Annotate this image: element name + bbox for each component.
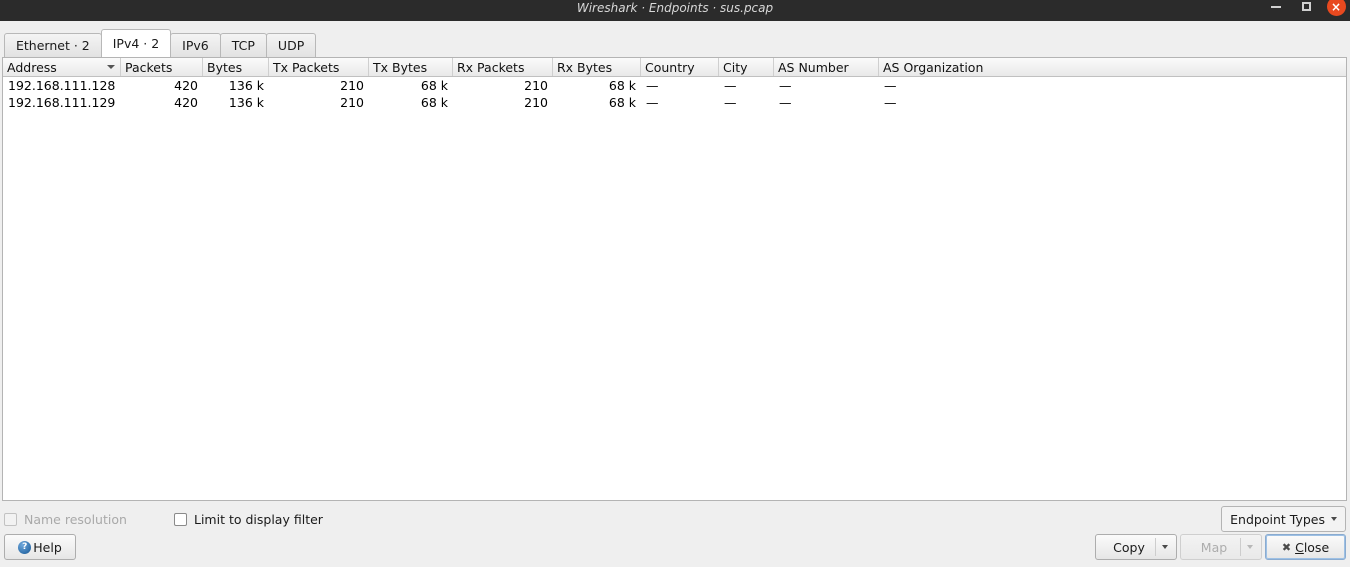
help-label: Help bbox=[33, 539, 62, 555]
tab-label: UDP bbox=[277, 38, 305, 53]
close-label: Close bbox=[1295, 540, 1329, 555]
cell-tx-bytes: 68 k bbox=[420, 95, 448, 110]
cell-city: — bbox=[724, 95, 737, 110]
cell-rx-packets: 210 bbox=[524, 78, 548, 93]
close-label-rest: lose bbox=[1303, 539, 1330, 555]
endpoints-table[interactable]: Address Packets Bytes Tx Packets Tx Bytes Rx … bbox=[2, 57, 1347, 501]
cell-tx-packets: 210 bbox=[340, 78, 364, 93]
endpoint-tab-bar: Ethernet · 2 IPv4 · 2 IPv6 TCP UDP bbox=[0, 21, 1350, 57]
name-resolution-checkbox: Name resolution bbox=[4, 512, 127, 527]
cell-address: 192.168.111.128 bbox=[8, 78, 116, 93]
cell-as-organization: — bbox=[884, 78, 897, 93]
limit-to-display-filter-checkbox[interactable]: Limit to display filter bbox=[174, 512, 323, 527]
column-header-label: Country bbox=[645, 59, 695, 75]
copy-label: Copy bbox=[1113, 539, 1145, 555]
split-divider bbox=[1155, 538, 1156, 556]
cell-address: 192.168.111.129 bbox=[8, 95, 116, 110]
cell-tx-bytes: 68 k bbox=[420, 78, 448, 93]
column-header-label: AS Number bbox=[778, 59, 849, 75]
chevron-down-icon bbox=[1247, 545, 1253, 549]
cell-country: — bbox=[646, 78, 659, 93]
cell-packets: 420 bbox=[174, 78, 198, 93]
tab-ipv4[interactable]: IPv4 · 2 bbox=[100, 29, 172, 57]
tab-list: Ethernet · 2 IPv4 · 2 IPv6 TCP UDP bbox=[4, 29, 317, 57]
cell-as-number: — bbox=[779, 95, 792, 110]
window-title: Wireshark · Endpoints · sus.pcap bbox=[576, 0, 774, 15]
column-header-label: AS Organization bbox=[883, 59, 984, 75]
question-mark-icon: ? bbox=[18, 540, 32, 554]
column-header-tx-packets[interactable]: Tx Packets bbox=[269, 58, 369, 76]
endpoint-types-button[interactable]: Endpoint Types bbox=[1221, 506, 1346, 532]
tab-ipv6[interactable]: IPv6 bbox=[170, 33, 221, 57]
column-header-tx-bytes[interactable]: Tx Bytes bbox=[369, 58, 453, 76]
tab-tcp[interactable]: TCP bbox=[219, 33, 267, 57]
split-divider bbox=[1240, 538, 1241, 556]
column-header-city[interactable]: City bbox=[719, 58, 774, 76]
cell-tx-packets: 210 bbox=[340, 95, 364, 110]
window-titlebar: Wireshark · Endpoints · sus.pcap × bbox=[0, 0, 1350, 21]
dialog-footer: Name resolution Limit to display filter … bbox=[0, 503, 1350, 567]
limit-to-display-filter-label: Limit to display filter bbox=[194, 512, 323, 527]
cell-city: — bbox=[724, 78, 737, 93]
chevron-down-icon bbox=[1331, 517, 1337, 521]
table-row[interactable]: 192.168.111.129 420 136 k 210 68 k 210 68 k — — —… bbox=[3, 94, 1346, 111]
column-header-label: Tx Packets bbox=[273, 59, 340, 75]
column-header-address[interactable]: Address bbox=[3, 58, 121, 76]
cell-packets: 420 bbox=[174, 95, 198, 110]
table-body: 192.168.111.128 420 136 k 210 68 k 210 68 k — — —… bbox=[3, 77, 1346, 111]
checkbox-box bbox=[4, 513, 17, 526]
column-header-label: Rx Bytes bbox=[557, 59, 613, 75]
cell-rx-bytes: 68 k bbox=[608, 78, 636, 93]
cell-bytes: 136 k bbox=[228, 95, 264, 110]
cell-rx-packets: 210 bbox=[524, 95, 548, 110]
close-icon: × bbox=[1326, 0, 1346, 16]
footer-options: Name resolution Limit to display filter bbox=[0, 511, 1350, 531]
map-button: Map bbox=[1180, 534, 1262, 560]
column-header-packets[interactable]: Packets bbox=[121, 58, 203, 76]
tab-label: IPv4 · 2 bbox=[112, 36, 160, 51]
minimize-icon bbox=[1271, 5, 1281, 8]
column-header-label: Address bbox=[7, 59, 57, 75]
table-header-row: Address Packets Bytes Tx Packets Tx Bytes Rx … bbox=[3, 58, 1346, 77]
tab-udp[interactable]: UDP bbox=[265, 33, 317, 57]
tab-label: IPv6 bbox=[182, 38, 209, 53]
close-accel-letter: C bbox=[1295, 539, 1304, 555]
map-label: Map bbox=[1200, 539, 1228, 555]
table-row[interactable]: 192.168.111.128 420 136 k 210 68 k 210 68 k — — —… bbox=[3, 77, 1346, 94]
column-header-as-number[interactable]: AS Number bbox=[774, 58, 879, 76]
maximize-icon bbox=[1301, 2, 1311, 11]
column-header-as-organization[interactable]: AS Organization bbox=[879, 58, 1346, 76]
maximize-button[interactable] bbox=[1296, 0, 1316, 17]
help-button[interactable]: ? Help bbox=[4, 534, 76, 560]
close-button[interactable]: ✖ Close bbox=[1265, 534, 1346, 560]
endpoint-types-label: Endpoint Types bbox=[1230, 511, 1325, 527]
column-header-label: Packets bbox=[125, 59, 173, 75]
name-resolution-label: Name resolution bbox=[24, 512, 127, 527]
minimize-button[interactable] bbox=[1266, 0, 1286, 17]
tab-label: TCP bbox=[231, 38, 255, 53]
checkbox-box bbox=[174, 513, 187, 526]
column-header-label: Rx Packets bbox=[457, 59, 525, 75]
tab-label: Ethernet · 2 bbox=[16, 38, 90, 53]
cell-as-organization: — bbox=[884, 95, 897, 110]
column-header-label: Tx Bytes bbox=[373, 59, 428, 75]
chevron-down-icon bbox=[1162, 545, 1168, 549]
column-header-rx-bytes[interactable]: Rx Bytes bbox=[553, 58, 641, 76]
cell-as-number: — bbox=[779, 78, 792, 93]
column-header-label: Bytes bbox=[207, 59, 243, 75]
window-close-button[interactable]: × bbox=[1326, 0, 1346, 17]
copy-button[interactable]: Copy bbox=[1095, 534, 1177, 560]
column-header-rx-packets[interactable]: Rx Packets bbox=[453, 58, 553, 76]
tab-ethernet[interactable]: Ethernet · 2 bbox=[4, 33, 102, 57]
column-header-country[interactable]: Country bbox=[641, 58, 719, 76]
cell-country: — bbox=[646, 95, 659, 110]
column-header-label: City bbox=[723, 59, 748, 75]
window-controls: × bbox=[1266, 0, 1346, 17]
cell-rx-bytes: 68 k bbox=[608, 95, 636, 110]
x-mark-icon: ✖ bbox=[1281, 540, 1292, 554]
cell-bytes: 136 k bbox=[228, 78, 264, 93]
column-header-bytes[interactable]: Bytes bbox=[203, 58, 269, 76]
sort-descending-icon bbox=[107, 65, 115, 69]
